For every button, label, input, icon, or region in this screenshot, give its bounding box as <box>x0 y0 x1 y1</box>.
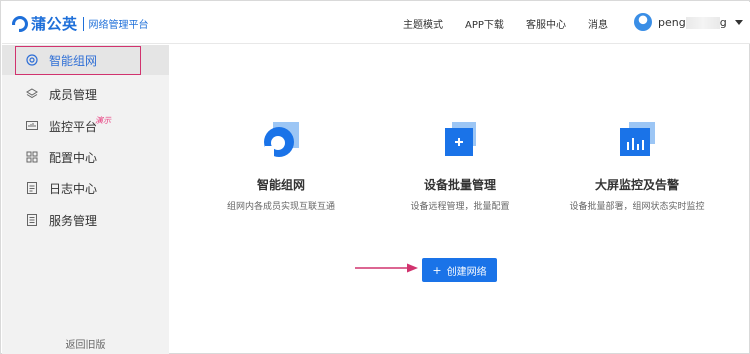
demo-badge: 演示 <box>95 116 111 125</box>
sidebar-item-monitoring[interactable]: 监控平台 演示 <box>2 111 169 141</box>
feature-desc: 组网内各成员实现互联互通 <box>226 202 335 212</box>
highlight-annotation-box <box>15 46 141 75</box>
avatar <box>634 13 652 31</box>
grid-icon <box>26 151 38 163</box>
sidebar: 智能组网 成员管理 监控平台 演示 配置中心 日志中心 服务管理 返回旧版 <box>2 45 169 354</box>
sidebar-item-services[interactable]: 服务管理 <box>2 205 169 235</box>
feature-smart-network: 智能组网 组网内各成员实现互联互通 <box>206 120 356 212</box>
top-header: 蒲公英 网络管理平台 主题模式 APP下载 客服中心 消息 peng g <box>2 2 750 44</box>
feature-title: 大屏监控及告警 <box>594 178 679 192</box>
brand-subtitle: 网络管理平台 <box>88 20 149 31</box>
sidebar-item-members[interactable]: 成员管理 <box>2 79 169 109</box>
nav-support-center[interactable]: 客服中心 <box>526 16 566 31</box>
service-icon <box>27 214 37 226</box>
plus-icon: + <box>432 263 442 277</box>
feature-dashboard-monitoring: 大屏监控及告警 设备批量部署，组网状态实时监控 <box>562 120 712 212</box>
app-window: 蒲公英 网络管理平台 主题模式 APP下载 客服中心 消息 peng g 智能组网 <box>0 0 750 354</box>
sidebar-item-label: 配置中心 <box>49 150 98 165</box>
feature-desc: 设备批量部署，组网状态实时监控 <box>569 202 705 212</box>
return-old-version-link[interactable]: 返回旧版 <box>2 336 169 351</box>
dandelion-logo-icon <box>12 15 28 32</box>
sidebar-item-config[interactable]: 配置中心 <box>2 142 169 172</box>
pointer-arrow-icon <box>355 263 418 273</box>
network-icon <box>261 120 301 160</box>
username-redacted <box>685 16 720 29</box>
create-network-button[interactable]: + 创建网络 <box>422 258 497 282</box>
nav-theme-mode[interactable]: 主题模式 <box>403 16 443 31</box>
brand-logo[interactable]: 蒲公英 网络管理平台 <box>12 13 149 34</box>
sidebar-item-logs[interactable]: 日志中心 <box>2 173 169 203</box>
nav-app-download[interactable]: APP下载 <box>465 16 504 31</box>
sidebar-item-label: 成员管理 <box>49 87 98 102</box>
feature-batch-device: 设备批量管理 设备远程管理，批量配置 <box>385 120 535 212</box>
brand-name: 蒲公英 <box>31 15 78 33</box>
add-device-icon <box>440 120 480 160</box>
sidebar-item-label: 监控平台 <box>49 119 98 134</box>
dashboard-chart-icon <box>617 120 657 160</box>
feature-desc: 设备远程管理，批量配置 <box>410 202 510 212</box>
feature-title: 设备批量管理 <box>423 178 496 192</box>
create-network-label: 创建网络 <box>446 266 487 278</box>
log-icon <box>27 182 37 194</box>
monitor-icon <box>26 121 38 130</box>
user-menu[interactable]: peng g <box>634 13 743 31</box>
logo-divider <box>82 16 84 31</box>
chevron-down-icon <box>734 19 743 25</box>
nav-messages[interactable]: 消息 <box>588 16 608 31</box>
sidebar-item-label: 日志中心 <box>49 181 98 196</box>
feature-title: 智能组网 <box>256 178 305 192</box>
username: peng g <box>658 15 727 29</box>
sidebar-item-smart-network[interactable]: 智能组网 <box>2 45 169 75</box>
sidebar-item-label: 服务管理 <box>49 213 98 228</box>
layers-icon <box>26 88 38 99</box>
